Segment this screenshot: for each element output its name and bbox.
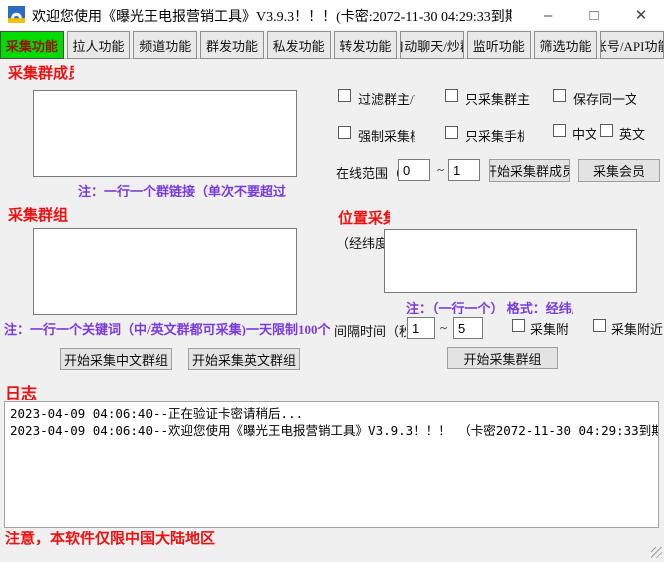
online-max-input[interactable] — [448, 159, 480, 181]
latlng-textarea[interactable] — [384, 229, 637, 293]
log-line: 2023-04-09 04:06:40--欢迎您使用《曝光王电报营销工具》V3.… — [10, 422, 653, 439]
collect-members-label: 采集群成员 — [8, 62, 74, 80]
group-links-note: 注：一行一个群链接（单次不要超过 — [33, 181, 296, 197]
tab-monitor[interactable]: 监听功能 — [467, 31, 531, 59]
force-mode-label: 强制采集模式 — [358, 126, 415, 145]
keywords-textarea[interactable] — [33, 228, 297, 315]
log-label: 日志 — [5, 380, 45, 400]
maximize-button[interactable]: □ — [577, 2, 611, 28]
interval-min-input[interactable] — [407, 317, 435, 339]
online-range-tilde: ~ — [437, 162, 447, 178]
keywords-note: 注：一行一个关键词（中/英文群都可采集)一天限制100个 — [4, 319, 334, 336]
start-collect-location-groups-button[interactable]: 开始采集群组 — [447, 347, 558, 369]
tab-collect[interactable]: 采集功能 — [0, 31, 64, 59]
latlng-note: 注：（一行一个） 格式：经纬度 — [384, 298, 573, 314]
only-phone-label: 只采集手机号 — [465, 126, 524, 145]
start-collect-en-groups-button[interactable]: 开始采集英文群组 — [188, 348, 300, 370]
interval-tilde: ~ — [440, 320, 450, 336]
online-range-label: 在线范围（ — [336, 163, 398, 182]
collect-vip-button[interactable]: 采集会员 — [578, 159, 660, 182]
start-collect-cn-groups-button[interactable]: 开始采集中文群组 — [60, 348, 172, 370]
save-same-file-checkbox[interactable] — [553, 89, 566, 102]
chinese-label: 中文 — [572, 124, 596, 143]
nearby2-label: 采集附近 — [611, 319, 664, 338]
tab-auto-chat[interactable]: 自动聊天/炒群 — [400, 31, 464, 59]
force-mode-checkbox[interactable] — [338, 126, 351, 139]
minimize-button[interactable]: – — [531, 2, 565, 28]
tab-forward[interactable]: 转发功能 — [334, 31, 398, 59]
footer-warning: 注意，本软件仅限中国大陆地区 — [5, 531, 425, 545]
window-title: 欢迎您使用《曝光王电报营销工具》V3.9.3！！！(卡密:2072-11-30 … — [32, 6, 512, 24]
latlng-label: （经纬度 — [336, 233, 384, 252]
only-phone-checkbox[interactable] — [445, 126, 458, 139]
app-icon — [8, 6, 25, 23]
tab-mass-send[interactable]: 群发功能 — [200, 31, 264, 59]
collect-groups-label: 采集群组 — [8, 204, 68, 222]
interval-max-input[interactable] — [453, 317, 483, 339]
only-owner-label: 只采集群主 — [465, 89, 533, 108]
only-owner-checkbox[interactable] — [445, 89, 458, 102]
resize-grip[interactable] — [651, 547, 662, 558]
tab-bar: 采集功能 拉人功能 频道功能 群发功能 私发功能 转发功能 自动聊天/炒群 监听… — [0, 30, 664, 59]
tab-private-send[interactable]: 私发功能 — [267, 31, 331, 59]
filter-admin-checkbox[interactable] — [338, 89, 351, 102]
tab-channel[interactable]: 频道功能 — [133, 31, 197, 59]
nearby1-label: 采集附近 — [530, 319, 568, 338]
save-same-file-label: 保存同一文件 — [573, 89, 636, 108]
filter-admin-label: 过滤群主/管理 — [358, 89, 415, 108]
nearby2-checkbox[interactable] — [593, 319, 606, 332]
online-min-input[interactable] — [398, 159, 430, 181]
nearby1-checkbox[interactable] — [512, 319, 525, 332]
chinese-checkbox[interactable] — [553, 124, 566, 137]
log-box[interactable]: 2023-04-09 04:06:40--正在验证卡密请稍后... 2023-0… — [4, 401, 659, 528]
location-collect-label: 位置采集 — [338, 207, 390, 225]
tab-invite[interactable]: 拉人功能 — [67, 31, 131, 59]
english-checkbox[interactable] — [600, 124, 613, 137]
tab-filter[interactable]: 筛选功能 — [534, 31, 598, 59]
start-collect-members-button[interactable]: 开始采集群成员 — [489, 159, 570, 182]
tab-account-api[interactable]: 账号/API功能 — [600, 31, 664, 59]
english-label: 英文 — [619, 124, 649, 143]
title-bar: 欢迎您使用《曝光王电报营销工具》V3.9.3！！！(卡密:2072-11-30 … — [0, 0, 664, 30]
interval-label: 间隔时间（秒 — [334, 321, 406, 340]
log-line: 2023-04-09 04:06:40--正在验证卡密请稍后... — [10, 405, 653, 422]
close-button[interactable]: ✕ — [624, 2, 658, 28]
group-links-textarea[interactable] — [33, 90, 297, 177]
